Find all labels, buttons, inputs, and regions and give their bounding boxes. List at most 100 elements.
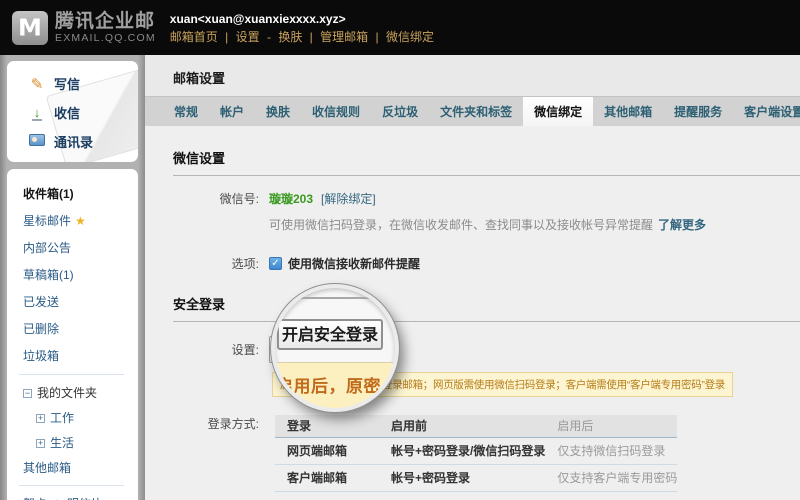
login-mode-table: 登录 启用前 启用后 网页端邮箱 帐号+密码登录/微信扫码登录 仅支持微信扫码登… [275,415,677,492]
wechat-desc: 可使用微信扫码登录，在微信收发邮件、查找同事以及接收帐号异常提醒 [269,216,653,233]
sidebar-divider [19,485,124,486]
header: M 腾讯企业邮 EXMAIL.QQ.COM xuan<xuan@xuanxiex… [0,0,800,55]
nav-wechat-bind[interactable]: 微信绑定 [386,30,434,44]
user-email: xuan<xuan@xuanxiexxxx.xyz> [170,11,434,28]
star-icon: ★ [75,214,86,228]
cell-web-after: 仅支持微信扫码登录 [545,437,677,464]
logo-text: 腾讯企业邮 EXMAIL.QQ.COM [55,12,156,44]
expand-icon[interactable]: + [36,414,45,423]
tab-client-settings[interactable]: 客户端设置 [733,97,800,126]
nav-separator: - [267,30,271,44]
magnified-enable-button: 开启安全登录 [277,319,383,350]
learn-more-link[interactable]: 了解更多 [658,216,706,233]
nav-settings[interactable]: 设置 [236,30,260,44]
header-nav: 邮箱首页 | 设置 - 换肤 | 管理邮箱 | 微信绑定 [170,28,434,46]
user-block: xuan<xuan@xuanxiexxxx.xyz> 邮箱首页 | 设置 - 换… [170,9,434,46]
table-header-row: 登录 启用前 启用后 [275,415,677,437]
section-divider [173,321,800,322]
contacts-icon [29,134,45,146]
login-mode-row: 登录方式: 登录 启用前 启用后 [173,415,800,492]
page-body: ✎ 写信 ↓ 收信 通讯录 收件箱(1) 星标邮件★ 内部公告 草稿箱(1) 已… [0,55,800,500]
folder-life[interactable]: +生活 [23,430,138,455]
tools-cards-row: 贺卡 | 明信片 [23,491,138,500]
brand-domain: EXMAIL.QQ.COM [55,32,156,44]
inbox-icon-wrap: ↓ [27,105,47,121]
cell-client-after: 仅支持客户端专用密码 [545,464,677,491]
col-login: 登录 [275,415,379,437]
inbox-icon: ↓ [32,107,43,121]
expand-icon[interactable]: + [36,439,45,448]
folder-drafts[interactable]: 草稿箱(1) [23,261,138,288]
collapse-icon[interactable]: − [23,389,32,398]
wechat-id-row: 微信号: 璇璇203 [解除绑定] [173,190,800,207]
table-row: 客户端邮箱 帐号+密码登录 仅支持客户端专用密码 [275,464,677,491]
folder-announcements[interactable]: 内部公告 [23,234,138,261]
settings-content: 微信设置 微信号: 璇璇203 [解除绑定] 可使用微信扫码登录，在微信收发邮件… [145,126,800,500]
cell-client-before: 帐号+密码登录 [379,464,545,491]
option-label: 选项: [173,255,269,272]
sidebar-folders-panel: 收件箱(1) 星标邮件★ 内部公告 草稿箱(1) 已发送 已删除 垃圾箱 −我的… [7,169,138,500]
magnified-tip-strip: 启用后，原密 [275,363,395,408]
folder-spam[interactable]: 垃圾箱 [23,342,138,369]
main: 邮箱设置 常规 帐户 换肤 收信规则 反垃圾 文件夹和标签 微信绑定 其他邮箱 … [145,55,800,500]
folder-other-mail[interactable]: 其他邮箱 [23,455,138,480]
tab-antispam[interactable]: 反垃圾 [371,97,429,126]
tab-account[interactable]: 帐户 [209,97,255,126]
security-setting-row: 设置: 开启安全登录 [173,336,800,363]
folder-work[interactable]: +工作 [23,405,138,430]
section-divider [173,175,800,176]
table-row: 网页端邮箱 帐号+密码登录/微信扫码登录 仅支持微信扫码登录 [275,437,677,464]
tab-mail-rules[interactable]: 收信规则 [301,97,371,126]
col-before: 启用前 [379,415,545,437]
sidebar-divider [19,374,124,375]
wechat-id-value: 璇璇203 [269,190,313,207]
app: M 腾讯企业邮 EXMAIL.QQ.COM xuan<xuan@xuanxiex… [0,0,800,500]
nav-skin[interactable]: 换肤 [278,30,302,44]
receive-button[interactable]: ↓ 收信 [7,98,138,127]
nav-separator: | [376,30,379,44]
folder-deleted[interactable]: 已删除 [23,315,138,342]
tab-general[interactable]: 常规 [163,97,209,126]
tab-skin[interactable]: 换肤 [255,97,301,126]
tab-reminder[interactable]: 提醒服务 [663,97,733,126]
security-setting-label: 设置: [173,341,269,358]
contacts-label: 通讯录 [54,132,93,151]
login-mode-label: 登录方式: [173,415,269,432]
nav-separator: | [225,30,228,44]
folder-starred[interactable]: 星标邮件★ [23,207,138,234]
compose-button[interactable]: ✎ 写信 [7,69,138,98]
tab-wechat-bind[interactable]: 微信绑定 [523,97,593,126]
security-section-title: 安全登录 [173,294,800,313]
wechat-notify-label: 使用微信接收新邮件提醒 [288,255,420,272]
magnified-divider [275,297,395,299]
exmail-logo[interactable]: M 腾讯企业邮 EXMAIL.QQ.COM [12,11,156,45]
compose-label: 写信 [54,74,80,93]
receive-label: 收信 [54,103,80,122]
tab-other-mail[interactable]: 其他邮箱 [593,97,663,126]
magnifier-lens: 开启安全登录 启用后，原密 [271,284,399,412]
sidebar-actions-panel: ✎ 写信 ↓ 收信 通讯录 [7,61,138,162]
folder-inbox[interactable]: 收件箱(1) [23,180,138,207]
compose-icon: ✎ [27,75,47,93]
cell-client-mail: 客户端邮箱 [275,464,379,491]
wechat-notify-checkbox[interactable] [269,257,282,270]
contacts-icon-wrap [27,134,47,149]
option-row: 选项: 使用微信接收新邮件提醒 [173,255,800,272]
unbind-link[interactable]: [解除绑定] [321,190,376,207]
wechat-id-label: 微信号: [173,190,269,207]
wechat-desc-row: 可使用微信扫码登录，在微信收发邮件、查找同事以及接收帐号异常提醒 了解更多 [173,216,800,233]
contacts-button[interactable]: 通讯录 [7,127,138,156]
nav-manage-mail[interactable]: 管理邮箱 [320,30,368,44]
folder-my-folders[interactable]: −我的文件夹 [23,380,138,405]
page-title: 邮箱设置 [145,55,800,96]
folder-sent[interactable]: 已发送 [23,288,138,315]
brand-name: 腾讯企业邮 [55,12,156,32]
col-after: 启用后 [545,415,677,437]
cell-web-mail: 网页端邮箱 [275,437,379,464]
exmail-logo-icon: M [12,11,48,45]
settings-tabs: 常规 帐户 换肤 收信规则 反垃圾 文件夹和标签 微信绑定 其他邮箱 提醒服务 … [145,96,800,126]
nav-mail-home[interactable]: 邮箱首页 [170,30,218,44]
nav-separator: | [310,30,313,44]
tab-folders-labels[interactable]: 文件夹和标签 [429,97,523,126]
wechat-section-title: 微信设置 [173,148,800,167]
